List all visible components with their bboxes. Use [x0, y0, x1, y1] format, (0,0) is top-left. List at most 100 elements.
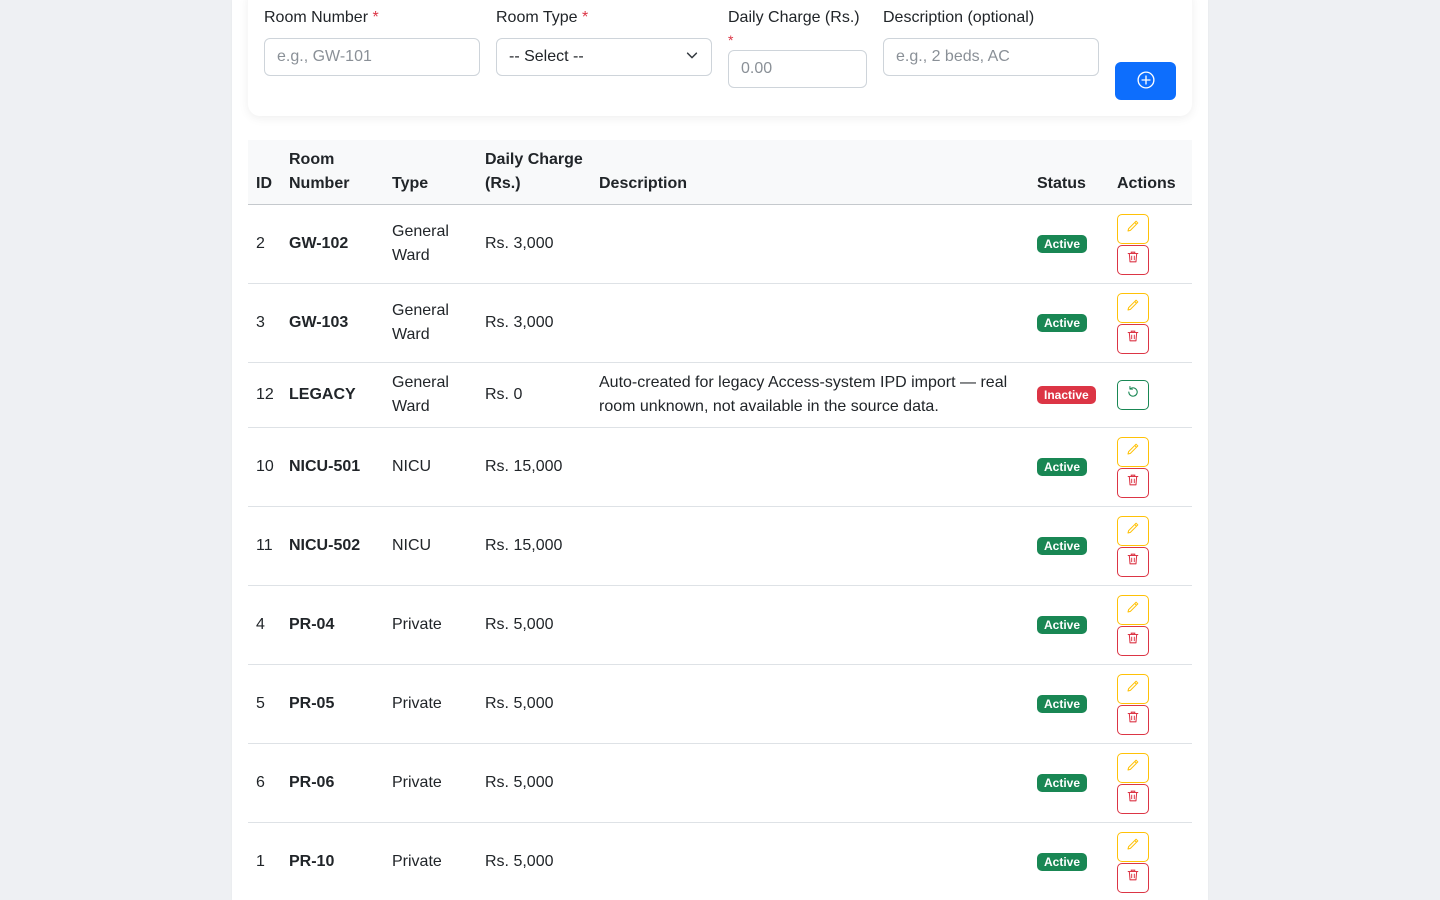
cell-status: Inactive: [1029, 362, 1109, 428]
cell-room-number: PR-06: [281, 743, 384, 823]
delete-button[interactable]: [1117, 467, 1149, 498]
delete-button[interactable]: [1117, 862, 1149, 893]
edit-button[interactable]: [1117, 594, 1149, 625]
cell-actions: [1109, 283, 1192, 363]
daily-charge-label: Daily Charge (Rs.): [728, 9, 860, 26]
cell-actions: [1109, 743, 1192, 823]
restore-button[interactable]: [1117, 380, 1149, 410]
cell-room-number: GW-103: [281, 283, 384, 363]
header-description: Description: [591, 140, 1029, 205]
header-room-number: Room Number: [281, 140, 384, 205]
cell-description: [591, 283, 1029, 363]
cell-room-number: NICU-501: [281, 427, 384, 507]
rooms-table: ID Room Number Type Daily Charge (Rs.) D…: [248, 140, 1192, 900]
cell-id: 4: [248, 585, 281, 665]
edit-button[interactable]: [1117, 436, 1149, 467]
cell-type: General Ward: [384, 283, 477, 363]
cell-status: Active: [1029, 822, 1109, 900]
edit-button[interactable]: [1117, 673, 1149, 704]
daily-charge-input[interactable]: [728, 50, 867, 88]
edit-button[interactable]: [1117, 515, 1149, 546]
row-actions: [1117, 515, 1184, 577]
cell-type: Private: [384, 743, 477, 823]
cell-type: NICU: [384, 427, 477, 507]
row-actions: [1117, 594, 1184, 656]
table-row: 11 NICU-502 NICU Rs. 15,000 Active: [248, 506, 1192, 586]
delete-button[interactable]: [1117, 704, 1149, 735]
cell-type: Private: [384, 664, 477, 744]
description-field: Description (optional): [883, 6, 1099, 76]
table-body: 2 GW-102 General Ward Rs. 3,000 Active 3 GW-10…: [248, 204, 1192, 900]
cell-room-number: GW-102: [281, 204, 384, 284]
cell-actions: [1109, 664, 1192, 744]
status-badge: Active: [1037, 235, 1088, 253]
edit-button[interactable]: [1117, 292, 1149, 323]
pencil-icon: [1126, 519, 1140, 543]
pencil-icon: [1126, 677, 1140, 701]
trash-icon: [1126, 550, 1140, 574]
status-badge: Active: [1037, 458, 1088, 476]
cell-type: Private: [384, 822, 477, 900]
cell-description: [591, 506, 1029, 586]
rooms-table-container: ID Room Number Type Daily Charge (Rs.) D…: [248, 140, 1192, 900]
room-number-label: Room Number *: [264, 9, 379, 26]
status-badge: Active: [1037, 853, 1088, 871]
delete-button[interactable]: [1117, 783, 1149, 814]
cell-description: Auto-created for legacy Access-system IP…: [591, 362, 1029, 428]
table-row: 2 GW-102 General Ward Rs. 3,000 Active: [248, 204, 1192, 284]
pencil-icon: [1126, 296, 1140, 320]
plus-circle-icon: [1136, 70, 1155, 92]
delete-button[interactable]: [1117, 323, 1149, 354]
trash-icon: [1126, 708, 1140, 732]
edit-button[interactable]: [1117, 752, 1149, 783]
room-type-field: Room Type * -- Select --: [496, 6, 712, 76]
description-label: Description (optional): [883, 9, 1035, 26]
cell-room-number: NICU-502: [281, 506, 384, 586]
pencil-icon: [1126, 217, 1140, 241]
room-number-input[interactable]: [264, 38, 480, 76]
delete-button[interactable]: [1117, 546, 1149, 577]
header-actions: Actions: [1109, 140, 1192, 205]
cell-status: Active: [1029, 427, 1109, 507]
page-container: Room Number * Room Type * -- Select -- D…: [232, 0, 1208, 900]
edit-button[interactable]: [1117, 831, 1149, 862]
cell-description: [591, 664, 1029, 744]
add-room-form: Room Number * Room Type * -- Select -- D…: [248, 0, 1192, 116]
cell-status: Active: [1029, 506, 1109, 586]
table-row: 5 PR-05 Private Rs. 5,000 Active: [248, 664, 1192, 744]
cell-description: [591, 585, 1029, 665]
cell-description: [591, 743, 1029, 823]
edit-button[interactable]: [1117, 213, 1149, 244]
cell-room-number: PR-05: [281, 664, 384, 744]
restore-icon: [1126, 383, 1140, 407]
delete-button[interactable]: [1117, 625, 1149, 656]
cell-id: 6: [248, 743, 281, 823]
cell-actions: [1109, 427, 1192, 507]
trash-icon: [1126, 866, 1140, 890]
header-type: Type: [384, 140, 477, 205]
trash-icon: [1126, 248, 1140, 272]
row-actions: [1117, 436, 1184, 498]
cell-type: NICU: [384, 506, 477, 586]
cell-room-number: LEGACY: [281, 362, 384, 428]
description-input[interactable]: [883, 38, 1099, 76]
cell-room-number: PR-04: [281, 585, 384, 665]
cell-description: [591, 427, 1029, 507]
delete-button[interactable]: [1117, 244, 1149, 275]
cell-id: 11: [248, 506, 281, 586]
required-mark: *: [581, 9, 589, 26]
table-row: 4 PR-04 Private Rs. 5,000 Active: [248, 585, 1192, 665]
table-row: 12 LEGACY General Ward Rs. 0 Auto-created fo…: [248, 362, 1192, 428]
cell-actions: [1109, 362, 1192, 428]
pencil-icon: [1126, 440, 1140, 464]
table-row: 10 NICU-501 NICU Rs. 15,000 Active: [248, 427, 1192, 507]
daily-charge-field: Daily Charge (Rs.) *: [728, 6, 867, 88]
cell-id: 1: [248, 822, 281, 900]
cell-daily-charge: Rs. 3,000: [477, 283, 591, 363]
room-type-selected: -- Select --: [509, 48, 584, 65]
room-type-select[interactable]: -- Select --: [496, 38, 712, 76]
add-room-button[interactable]: [1115, 62, 1176, 100]
table-header-row: ID Room Number Type Daily Charge (Rs.) D…: [248, 140, 1192, 205]
trash-icon: [1126, 471, 1140, 495]
row-actions: [1117, 752, 1184, 814]
